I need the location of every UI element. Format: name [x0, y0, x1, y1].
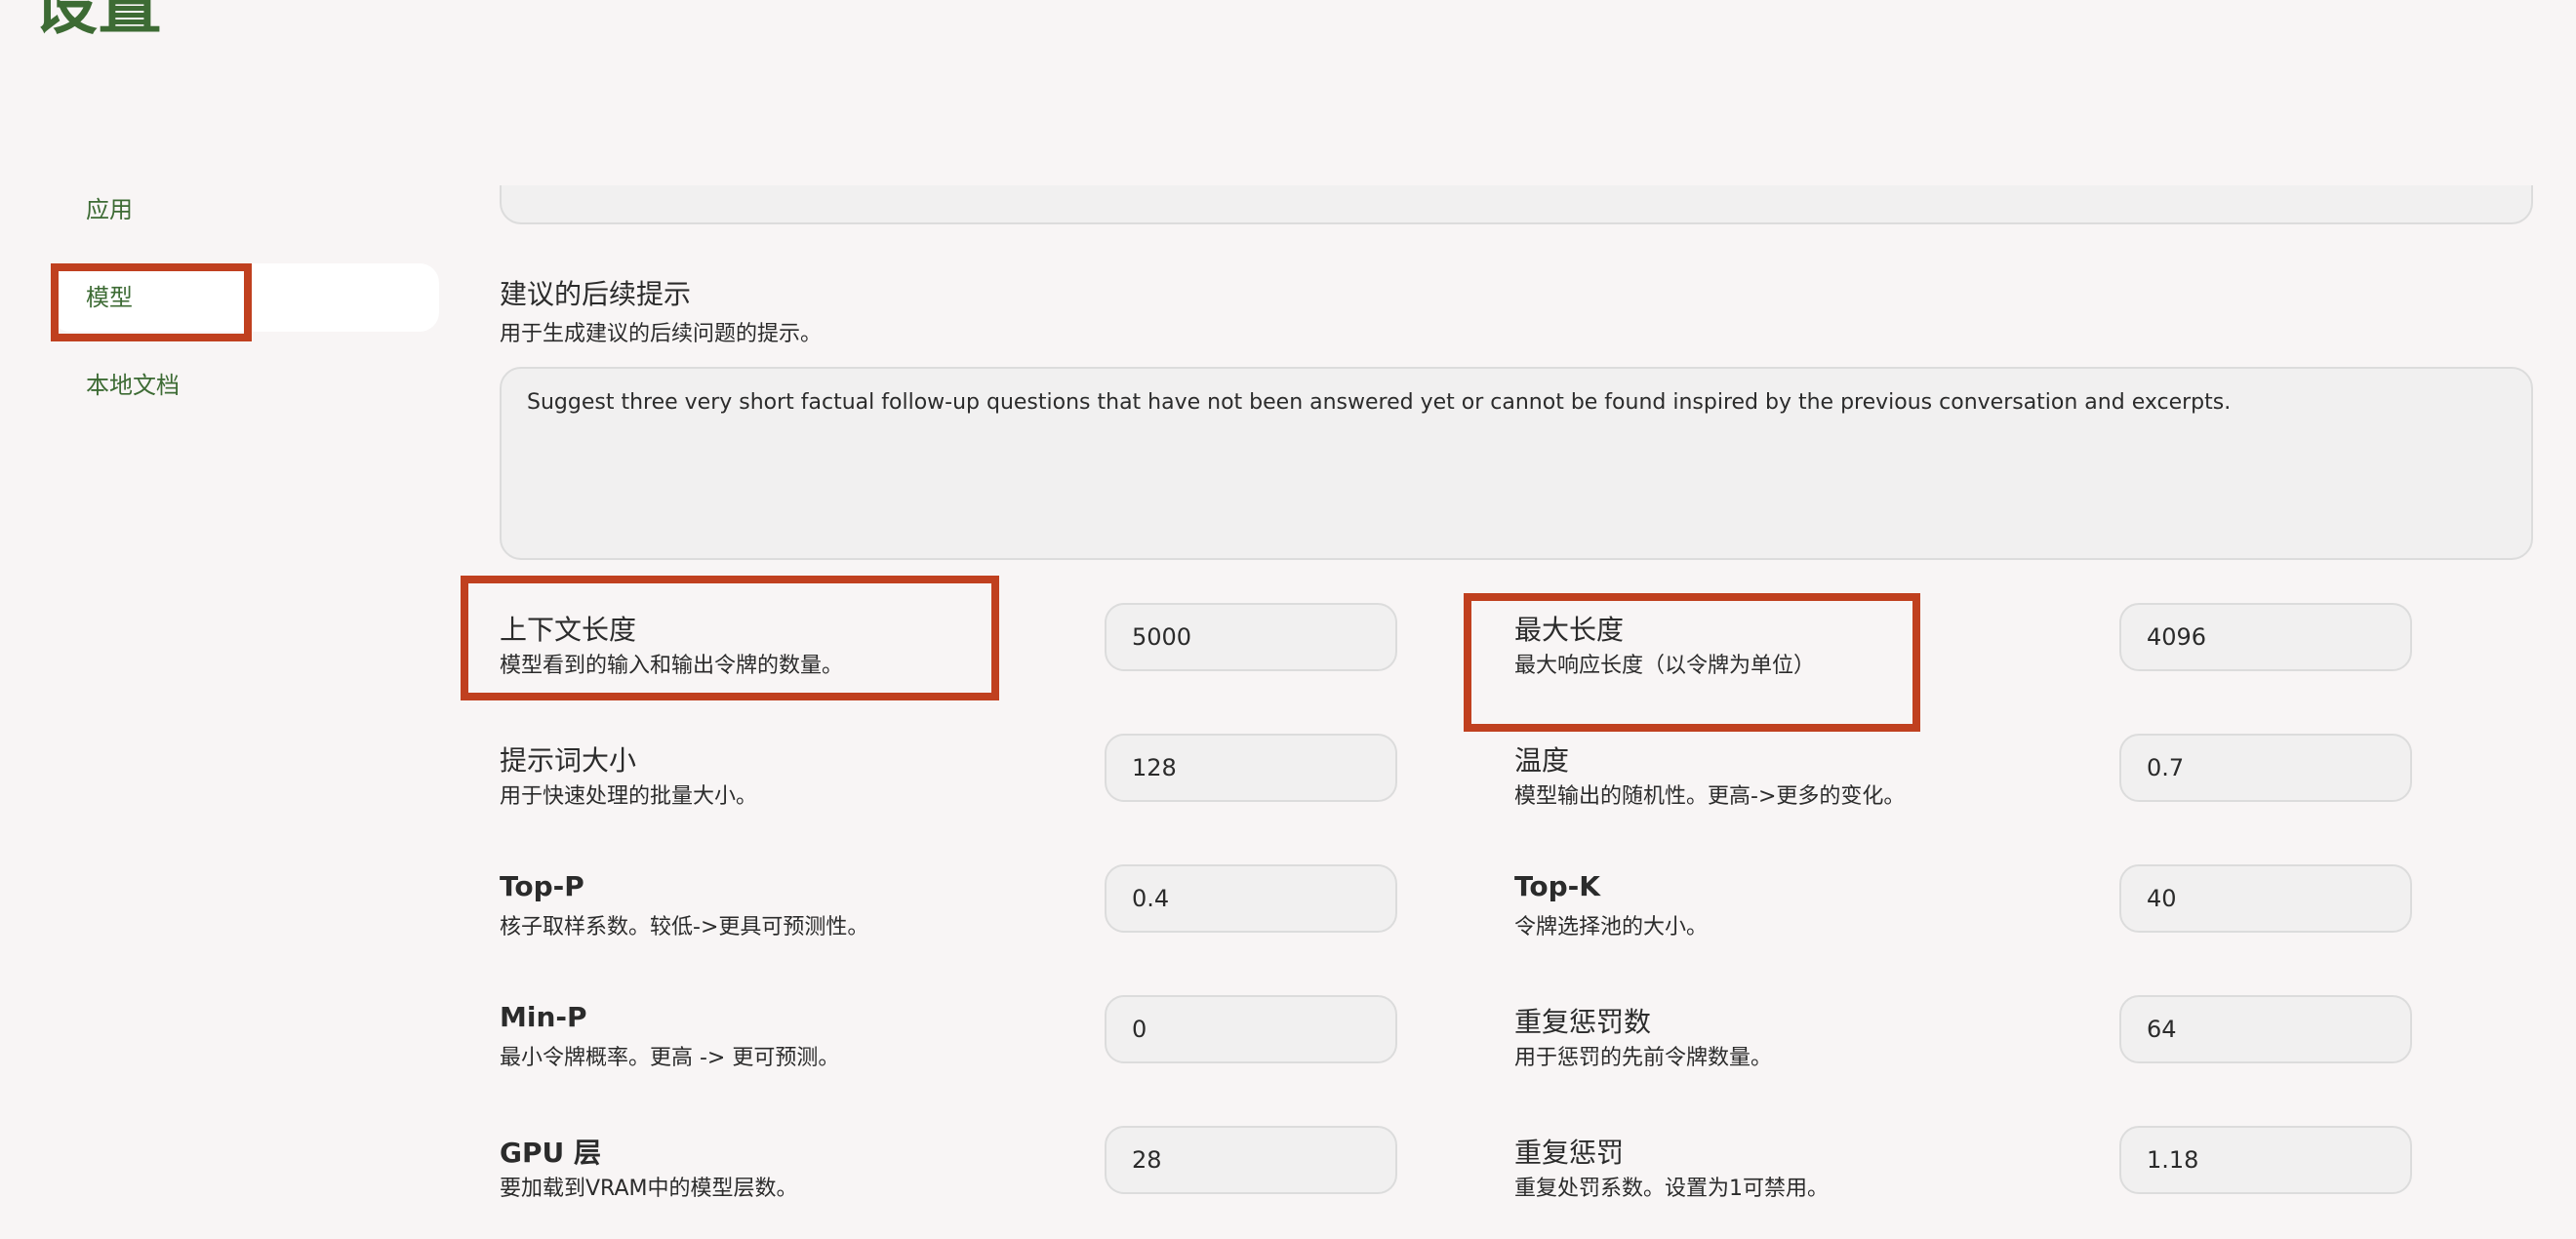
repeat-penalty-input[interactable] — [2119, 1126, 2412, 1194]
setting-top-p: Top-P 核子取样系数。较低->更具可预测性。 — [500, 864, 1475, 978]
model-settings-panel: 建议的后续提示 用于生成建议的后续问题的提示。 Suggest three ve… — [500, 0, 2533, 1201]
max-length-label: 最大长度 — [1514, 614, 1625, 646]
setting-gpu-layers: GPU 层 要加载到VRAM中的模型层数。 — [500, 1126, 1475, 1239]
setting-min-p: Min-P 最小令牌概率。更高 -> 更可预测。 — [500, 995, 1475, 1108]
top-p-input[interactable] — [1105, 864, 1397, 933]
system-prompt-textarea-edge[interactable] — [500, 185, 2533, 224]
context-length-label: 上下文长度 — [500, 614, 637, 646]
top-p-description: 核子取样系数。较低->更具可预测性。 — [500, 915, 869, 939]
sidebar-item-localdocs[interactable]: 本地文档 — [51, 351, 439, 420]
gpu-layers-label: GPU 层 — [500, 1137, 601, 1169]
followup-prompt-heading: 建议的后续提示 — [500, 278, 692, 310]
sidebar-item-model[interactable]: 模型 — [51, 263, 439, 332]
setting-max-length: 最大长度 最大响应长度（以令牌为单位） — [1514, 603, 2490, 716]
setting-temperature: 温度 模型输出的随机性。更高->更多的变化。 — [1514, 734, 2490, 847]
setting-repeat-penalty: 重复惩罚 重复处罚系数。设置为1可禁用。 — [1514, 1126, 2490, 1239]
repeat-penalty-description: 重复处罚系数。设置为1可禁用。 — [1514, 1177, 1829, 1201]
repeat-penalty-label: 重复惩罚 — [1514, 1137, 1625, 1169]
max-length-description: 最大响应长度（以令牌为单位） — [1514, 654, 1816, 678]
top-k-description: 令牌选择池的大小。 — [1514, 915, 1709, 939]
prompt-batch-size-label: 提示词大小 — [500, 744, 637, 777]
setting-prompt-batch-size: 提示词大小 用于快速处理的批量大小。 — [500, 734, 1475, 847]
min-p-label: Min-P — [500, 1001, 587, 1033]
top-k-label: Top-K — [1514, 870, 1600, 902]
repeat-penalty-tokens-input[interactable] — [2119, 995, 2412, 1063]
max-length-input[interactable] — [2119, 603, 2412, 671]
temperature-label: 温度 — [1514, 744, 1570, 777]
gpu-layers-input[interactable] — [1105, 1126, 1397, 1194]
context-length-input[interactable] — [1105, 603, 1397, 671]
followup-prompt-description: 用于生成建议的后续问题的提示。 — [500, 322, 823, 346]
repeat-penalty-tokens-label: 重复惩罚数 — [1514, 1006, 1652, 1038]
setting-context-length: 上下文长度 模型看到的输入和输出令牌的数量。 — [500, 603, 1475, 716]
min-p-description: 最小令牌概率。更高 -> 更可预测。 — [500, 1046, 840, 1070]
top-p-label: Top-P — [500, 870, 584, 902]
context-length-description: 模型看到的输入和输出令牌的数量。 — [500, 654, 844, 678]
followup-prompt-textarea[interactable]: Suggest three very short factual follow-… — [500, 367, 2533, 560]
repeat-penalty-tokens-description: 用于惩罚的先前令牌数量。 — [1514, 1046, 1773, 1070]
gpu-layers-description: 要加载到VRAM中的模型层数。 — [500, 1177, 798, 1201]
min-p-input[interactable] — [1105, 995, 1397, 1063]
sidebar-item-application[interactable]: 应用 — [51, 176, 439, 244]
temperature-input[interactable] — [2119, 734, 2412, 802]
page-title: 设置 — [33, 0, 162, 43]
prompt-batch-size-description: 用于快速处理的批量大小。 — [500, 784, 758, 809]
prompt-batch-size-input[interactable] — [1105, 734, 1397, 802]
top-k-input[interactable] — [2119, 864, 2412, 933]
setting-top-k: Top-K 令牌选择池的大小。 — [1514, 864, 2490, 978]
temperature-description: 模型输出的随机性。更高->更多的变化。 — [1514, 784, 1906, 809]
setting-repeat-penalty-tokens: 重复惩罚数 用于惩罚的先前令牌数量。 — [1514, 995, 2490, 1108]
